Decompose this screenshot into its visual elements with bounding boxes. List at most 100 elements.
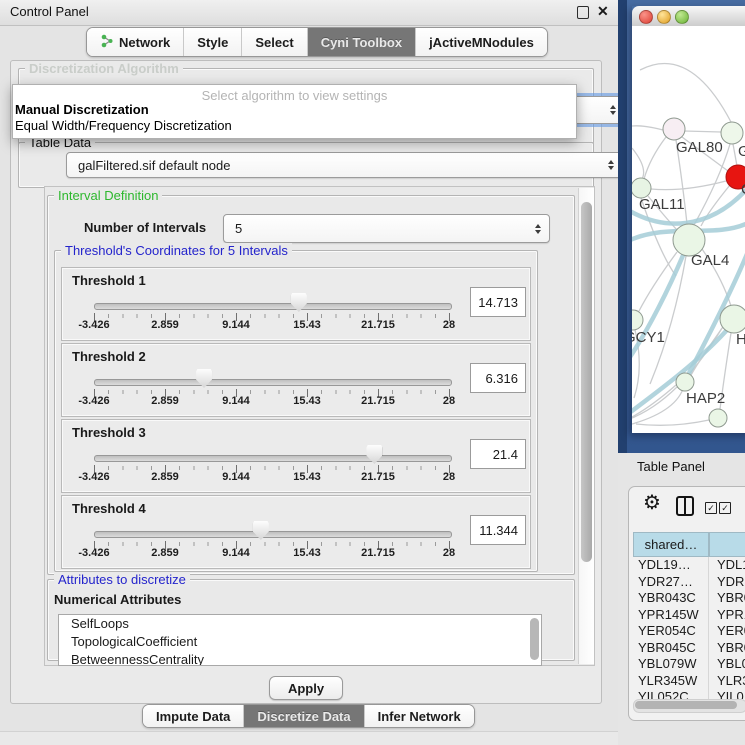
list-item[interactable]: BetweennessCentrality xyxy=(59,651,541,666)
discretization-algorithm-label: Discretization Algorithm xyxy=(25,61,183,76)
tab-network[interactable]: Network xyxy=(87,28,183,56)
apply-button[interactable]: Apply xyxy=(269,676,343,700)
settings-scrollpane: Interval Definition Number of Intervals … xyxy=(44,186,595,666)
network-edge xyxy=(636,420,709,425)
table-data-value: galFiltered.sif default node xyxy=(78,158,230,173)
number-of-intervals-spinner[interactable]: 5 xyxy=(223,214,550,243)
slider-track[interactable] xyxy=(94,379,452,386)
threshold-value-field[interactable]: 6.316 xyxy=(470,363,526,393)
cell-shared-name: YBR043C xyxy=(633,590,709,607)
tab-discretize-data[interactable]: Discretize Data xyxy=(243,705,363,727)
node-hap2[interactable] xyxy=(676,373,694,391)
node-h[interactable] xyxy=(720,305,745,333)
threshold-value-field[interactable]: 21.4 xyxy=(470,439,526,469)
slider-track[interactable] xyxy=(94,531,452,538)
gear-icon[interactable] xyxy=(643,493,661,513)
node-right-top[interactable] xyxy=(721,122,743,144)
tick-label: 2.859 xyxy=(151,547,179,559)
tick-label: 15.43 xyxy=(293,395,321,407)
numerical-attributes-list[interactable]: SelfLoopsTopologicalCoefficientBetweenne… xyxy=(58,614,542,666)
tick-label: -3.426 xyxy=(78,395,109,407)
tab-style[interactable]: Style xyxy=(183,28,241,56)
tick-label: 9.144 xyxy=(222,319,250,331)
table-data-combobox[interactable]: galFiltered.sif default node xyxy=(66,152,623,178)
attributes-list-scrollbar[interactable] xyxy=(530,618,539,660)
network-view-window[interactable]: GAL80G.CGAL11GAL4GCY1HHAP2 xyxy=(632,6,745,433)
float-icon[interactable] xyxy=(577,6,589,19)
tick-label: 28 xyxy=(443,471,455,483)
table-row[interactable]: YBR043CYBR0 xyxy=(633,590,745,607)
checkbox-icon[interactable] xyxy=(705,502,717,514)
node-label: C xyxy=(741,181,745,198)
close-traffic-light-icon[interactable] xyxy=(639,10,653,24)
split-columns-icon[interactable] xyxy=(676,496,694,516)
threshold-value-field[interactable]: 14.713 xyxy=(470,287,526,317)
node-label: GAL80 xyxy=(676,139,723,156)
slider-track[interactable] xyxy=(94,455,452,462)
tick-label: -3.426 xyxy=(78,471,109,483)
node-gal80[interactable] xyxy=(663,118,685,140)
slider-track[interactable] xyxy=(94,303,452,310)
threshold-panel-1: Threshold 1-3.4262.8599.14415.4321.71528… xyxy=(61,267,531,341)
settings-scrollbar-thumb[interactable] xyxy=(581,202,592,562)
node-gcy1[interactable] xyxy=(632,310,643,330)
table-horizontal-scrollbar[interactable] xyxy=(633,699,745,713)
table-row[interactable]: YDL19…YDL1 xyxy=(633,557,745,574)
table-row[interactable]: YER054CYER0 xyxy=(633,623,745,640)
thresholds-group-label: Threshold's Coordinates for 5 Intervals xyxy=(61,243,292,258)
tab-label: Impute Data xyxy=(156,709,230,724)
tab-impute-data[interactable]: Impute Data xyxy=(143,705,243,727)
network-graph[interactable]: GAL80G.CGAL11GAL4GCY1HHAP2 xyxy=(632,26,745,433)
menu-item-manual-discretization[interactable]: Manual Discretization xyxy=(15,102,149,117)
menu-item-equal-width-frequency[interactable]: Equal Width/Frequency Discretization xyxy=(15,118,232,133)
node-bottom-partial[interactable] xyxy=(709,409,727,427)
tick-label: 9.144 xyxy=(222,471,250,483)
cyni-mode-tabbar: Impute Data Discretize DataInfer Network xyxy=(142,704,475,728)
tick-label: 21.715 xyxy=(361,471,395,483)
threshold-panel-4: Threshold 4-3.4262.8599.14415.4321.71528… xyxy=(61,495,531,569)
list-item[interactable]: SelfLoops xyxy=(59,615,541,633)
settings-scrollbar-track[interactable] xyxy=(578,188,594,664)
table-row[interactable]: YLR345WYLR3 xyxy=(633,673,745,690)
minimize-traffic-light-icon[interactable] xyxy=(657,10,671,24)
network-edge xyxy=(684,131,721,132)
checkbox-icon[interactable] xyxy=(719,502,731,514)
table-panel-title: Table Panel xyxy=(637,459,705,474)
toolbox-tabbar: NetworkStyleSelectCyni ToolboxjActiveMNo… xyxy=(86,27,548,57)
column-header-shared-name[interactable]: shared… xyxy=(633,532,709,557)
table-row[interactable]: YDR27…YDR2 xyxy=(633,574,745,591)
tick-label: 2.859 xyxy=(151,319,179,331)
tab-cyni-toolbox[interactable]: Cyni Toolbox xyxy=(307,28,415,56)
cell-name: YBR0 xyxy=(709,640,745,657)
tick-label: 9.144 xyxy=(222,395,250,407)
table-row[interactable]: YBR045CYBR0 xyxy=(633,640,745,657)
tick-label: 15.43 xyxy=(293,319,321,331)
node-label: GAL4 xyxy=(691,252,729,269)
table-row[interactable]: YIL052CYIL0 xyxy=(633,689,745,699)
numerical-attributes-label: Numerical Attributes xyxy=(54,592,181,607)
table-row[interactable]: YPR145WYPR1 xyxy=(633,607,745,624)
table-rows: YDL19…YDL1YDR27…YDR2YBR043CYBR0YPR145WYP… xyxy=(633,557,745,699)
network-window-titlebar[interactable] xyxy=(632,6,745,27)
cell-name: YLR3 xyxy=(709,673,745,690)
zoom-traffic-light-icon[interactable] xyxy=(675,10,689,24)
slider-ruler xyxy=(94,389,451,398)
thresholds-group: Threshold's Coordinates for 5 Intervals … xyxy=(54,250,538,572)
list-item[interactable]: TopologicalCoefficient xyxy=(59,633,541,651)
control-panel-titlebar[interactable]: Control Panel xyxy=(0,0,618,26)
table-hscroll-thumb[interactable] xyxy=(635,701,737,709)
panel-title: Control Panel xyxy=(10,4,89,19)
threshold-label: Threshold 1 xyxy=(72,273,146,288)
threshold-value-field[interactable]: 11.344 xyxy=(470,515,526,545)
table-row[interactable]: YBL079WYBL0 xyxy=(633,656,745,673)
close-icon[interactable] xyxy=(597,3,609,20)
column-header-name[interactable]: n xyxy=(709,532,745,557)
tab-jactivemnodules[interactable]: jActiveMNodules xyxy=(415,28,547,56)
tick-label: 21.715 xyxy=(361,395,395,407)
tab-infer-network[interactable]: Infer Network xyxy=(364,705,474,727)
algorithm-hint: Select algorithm to view settings xyxy=(13,88,576,103)
network-canvas[interactable]: GAL80G.CGAL11GAL4GCY1HHAP2 xyxy=(632,26,745,433)
node-gal11[interactable] xyxy=(632,178,651,198)
tab-select[interactable]: Select xyxy=(241,28,306,56)
spinner-arrows-icon xyxy=(610,105,616,115)
